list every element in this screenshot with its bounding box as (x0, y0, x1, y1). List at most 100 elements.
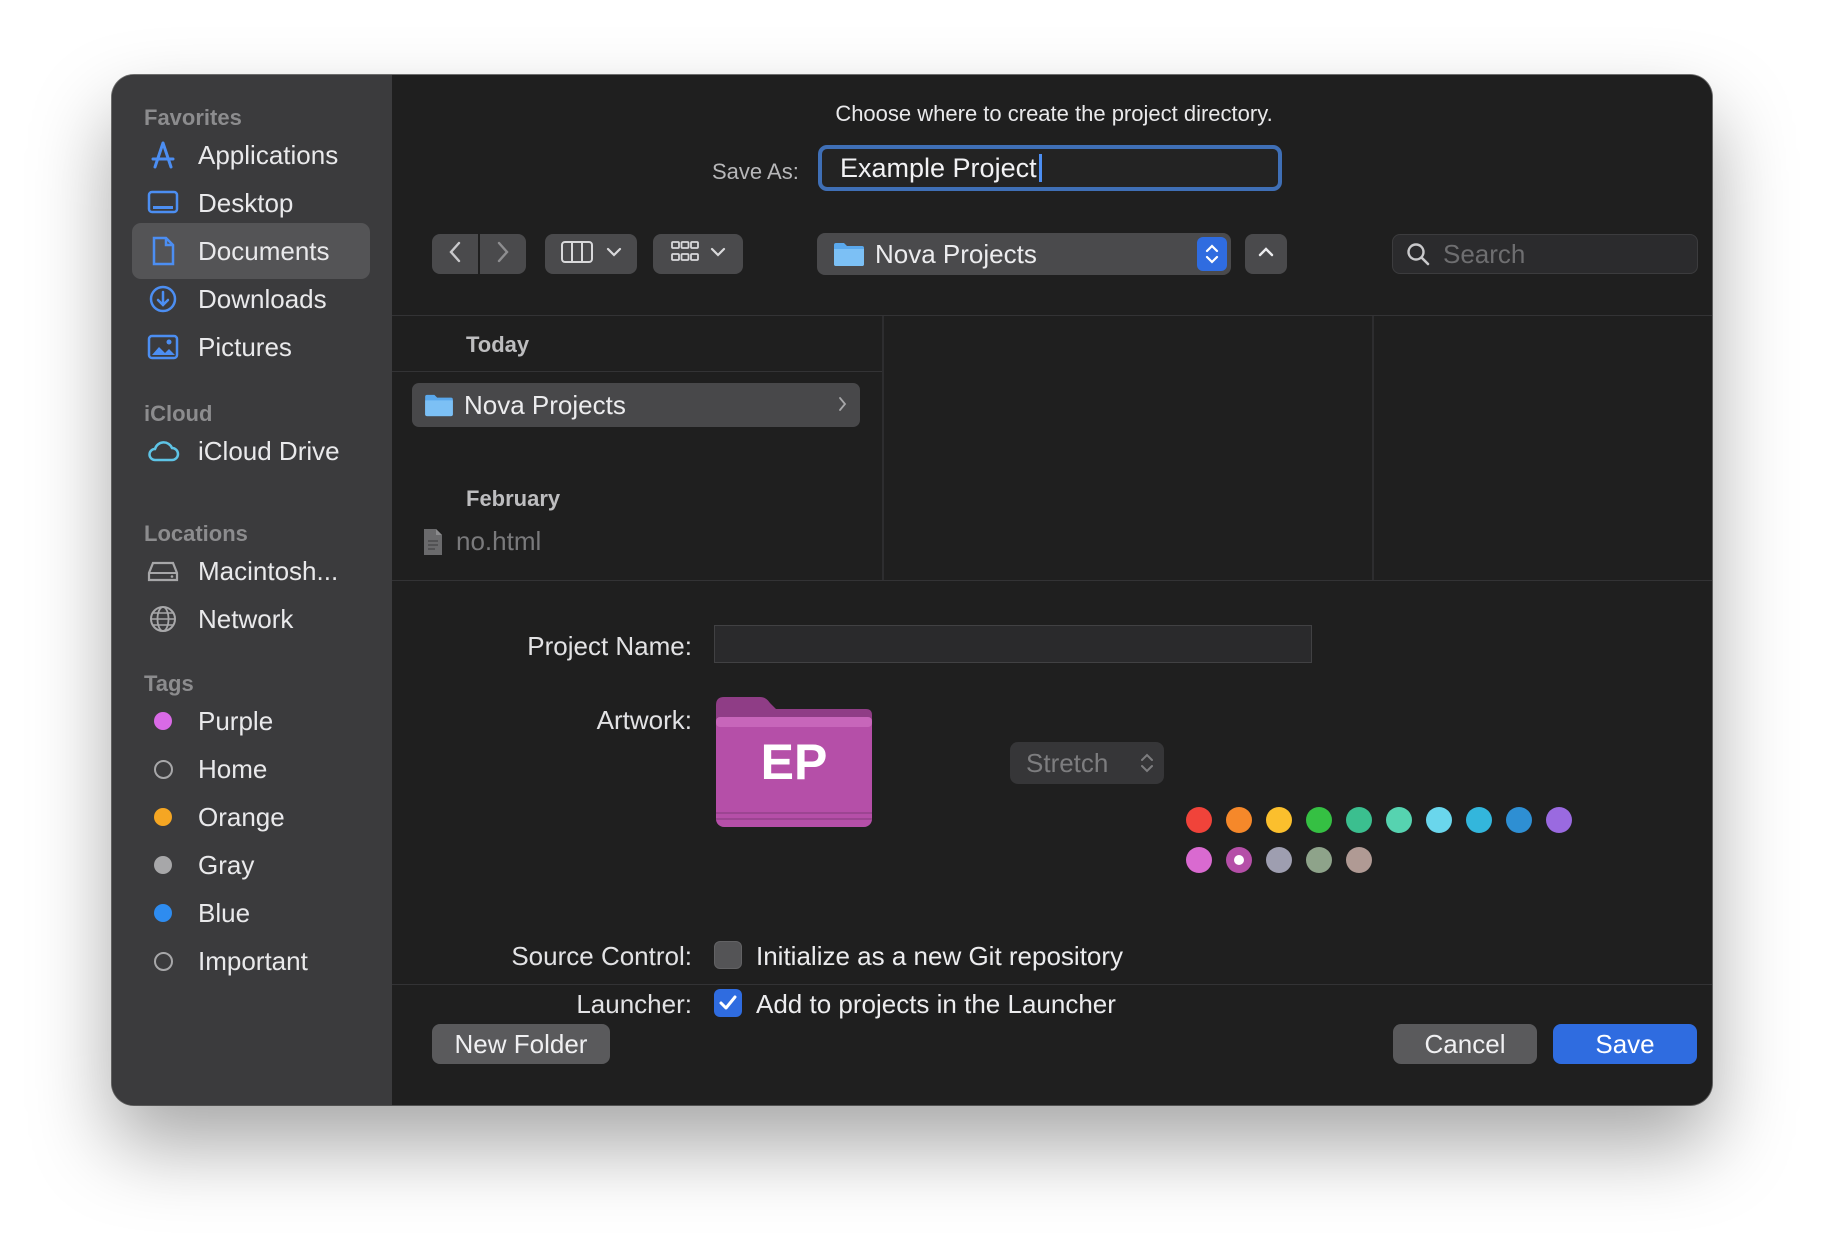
sidebar-item-label: Macintosh... (198, 555, 339, 586)
group-divider (392, 371, 882, 372)
sidebar-item-icloud-drive[interactable]: iCloud Drive (132, 423, 370, 479)
color-swatch-selected[interactable] (1226, 847, 1252, 873)
project-artwork-folder[interactable]: EP (716, 695, 872, 829)
sidebar-item-label: Applications (198, 139, 339, 170)
browser-column-2 (884, 316, 1374, 580)
pictures-icon (146, 330, 180, 364)
sidebar-item-label: Desktop (198, 187, 294, 218)
sidebar: Favorites Applications Desktop Documents… (112, 75, 392, 1105)
color-swatch[interactable] (1546, 807, 1572, 833)
sidebar-item-label: Orange (198, 801, 285, 832)
artwork-initials: EP (760, 734, 828, 790)
file-browser: Today Nova Projects February no.html (392, 315, 1712, 581)
group-by-button[interactable] (653, 234, 743, 274)
color-swatch[interactable] (1186, 847, 1212, 873)
dialog-prompt: Choose where to create the project direc… (835, 101, 1273, 126)
cancel-button[interactable]: Cancel (1393, 1024, 1537, 1064)
location-popup-label: Nova Projects (875, 238, 1037, 269)
orange-tag-icon (154, 808, 172, 826)
save-button[interactable]: Save (1553, 1024, 1697, 1064)
blue-tag-icon (154, 904, 172, 922)
grid-group-icon (670, 240, 700, 269)
list-item-no-html[interactable]: no.html (422, 526, 541, 557)
chevron-down-icon (606, 245, 622, 263)
sidebar-item-label: Important (198, 945, 308, 976)
drive-icon (146, 554, 180, 588)
globe-icon (146, 602, 180, 636)
list-item-nova-projects[interactable]: Nova Projects (412, 383, 860, 427)
save-as-input[interactable]: Example Project (818, 145, 1282, 191)
list-item-label: Nova Projects (464, 389, 626, 420)
applications-icon (146, 138, 180, 172)
sidebar-item-label: Purple (198, 705, 274, 736)
color-swatch[interactable] (1266, 847, 1292, 873)
launcher-checkbox[interactable] (714, 989, 742, 1017)
git-init-checkbox[interactable] (714, 941, 742, 969)
search-field[interactable]: Search (1392, 234, 1698, 274)
document-icon (146, 234, 180, 268)
home-tag-icon (153, 759, 173, 779)
group-header-february: February (466, 486, 561, 511)
location-popup[interactable]: Nova Projects (817, 233, 1231, 275)
save-dialog: Favorites Applications Desktop Documents… (112, 75, 1712, 1105)
text-caret (1038, 154, 1042, 182)
sidebar-item-network[interactable]: Network (132, 591, 370, 647)
sidebar-item-label: Documents (198, 235, 330, 266)
main-pane: Choose where to create the project direc… (392, 75, 1712, 1105)
sidebar-item-label: Gray (198, 849, 255, 880)
artwork-scaling-popup[interactable]: Stretch (1010, 742, 1164, 784)
list-item-label: no.html (456, 526, 542, 556)
git-init-label: Initialize as a new Git repository (756, 941, 1124, 971)
cloud-icon (146, 434, 180, 468)
color-swatch[interactable] (1506, 807, 1532, 833)
sidebar-item-label: Pictures (198, 331, 292, 362)
launcher-option-label: Add to projects in the Launcher (756, 989, 1116, 1019)
chevron-left-icon (447, 240, 463, 269)
color-swatch[interactable] (1386, 807, 1412, 833)
color-swatch[interactable] (1306, 847, 1332, 873)
sidebar-item-pictures[interactable]: Pictures (132, 319, 370, 375)
footer-divider (392, 984, 1712, 985)
sidebar-item-label: Downloads (198, 283, 327, 314)
columns-view-icon (560, 240, 594, 269)
save-as-label: Save As: (712, 159, 799, 184)
up-down-arrows-icon (1140, 750, 1154, 776)
scaling-value: Stretch (1026, 747, 1109, 778)
folder-icon (833, 241, 865, 267)
forward-button[interactable] (480, 234, 526, 274)
new-folder-button[interactable]: New Folder (432, 1024, 610, 1064)
checkmark-icon (718, 994, 738, 1012)
browser-column-1: Today Nova Projects February no.html (392, 316, 884, 580)
sidebar-item-label: Network (198, 603, 294, 634)
up-down-arrows-icon (1197, 237, 1227, 271)
sidebar-item-label: Blue (198, 897, 251, 928)
color-swatch[interactable] (1186, 807, 1212, 833)
color-swatch[interactable] (1426, 807, 1452, 833)
desktop-icon (146, 186, 180, 220)
artwork-label: Artwork: (596, 705, 692, 735)
color-swatch[interactable] (1346, 807, 1372, 833)
sidebar-tag-important[interactable]: Important (132, 933, 370, 989)
source-control-label: Source Control: (511, 941, 692, 971)
chevron-right-icon (495, 240, 511, 269)
launcher-label: Launcher: (576, 989, 692, 1019)
view-mode-button[interactable] (545, 234, 637, 274)
chevron-down-icon (710, 245, 726, 263)
html-file-icon (422, 528, 444, 556)
expand-collapse-button[interactable] (1245, 234, 1287, 274)
folder-icon (424, 393, 454, 417)
group-header-today: Today (466, 332, 530, 357)
color-swatch[interactable] (1306, 807, 1332, 833)
color-swatch[interactable] (1226, 807, 1252, 833)
sidebar-item-label: iCloud Drive (198, 435, 340, 466)
search-placeholder: Search (1443, 238, 1526, 269)
gray-tag-icon (154, 856, 172, 874)
sidebar-item-label: Home (198, 753, 268, 784)
download-icon (146, 282, 180, 316)
project-name-input[interactable] (714, 625, 1312, 663)
color-swatch[interactable] (1266, 807, 1292, 833)
back-button[interactable] (432, 234, 478, 274)
color-swatch[interactable] (1466, 807, 1492, 833)
important-tag-icon (153, 951, 173, 971)
color-swatch[interactable] (1346, 847, 1372, 873)
